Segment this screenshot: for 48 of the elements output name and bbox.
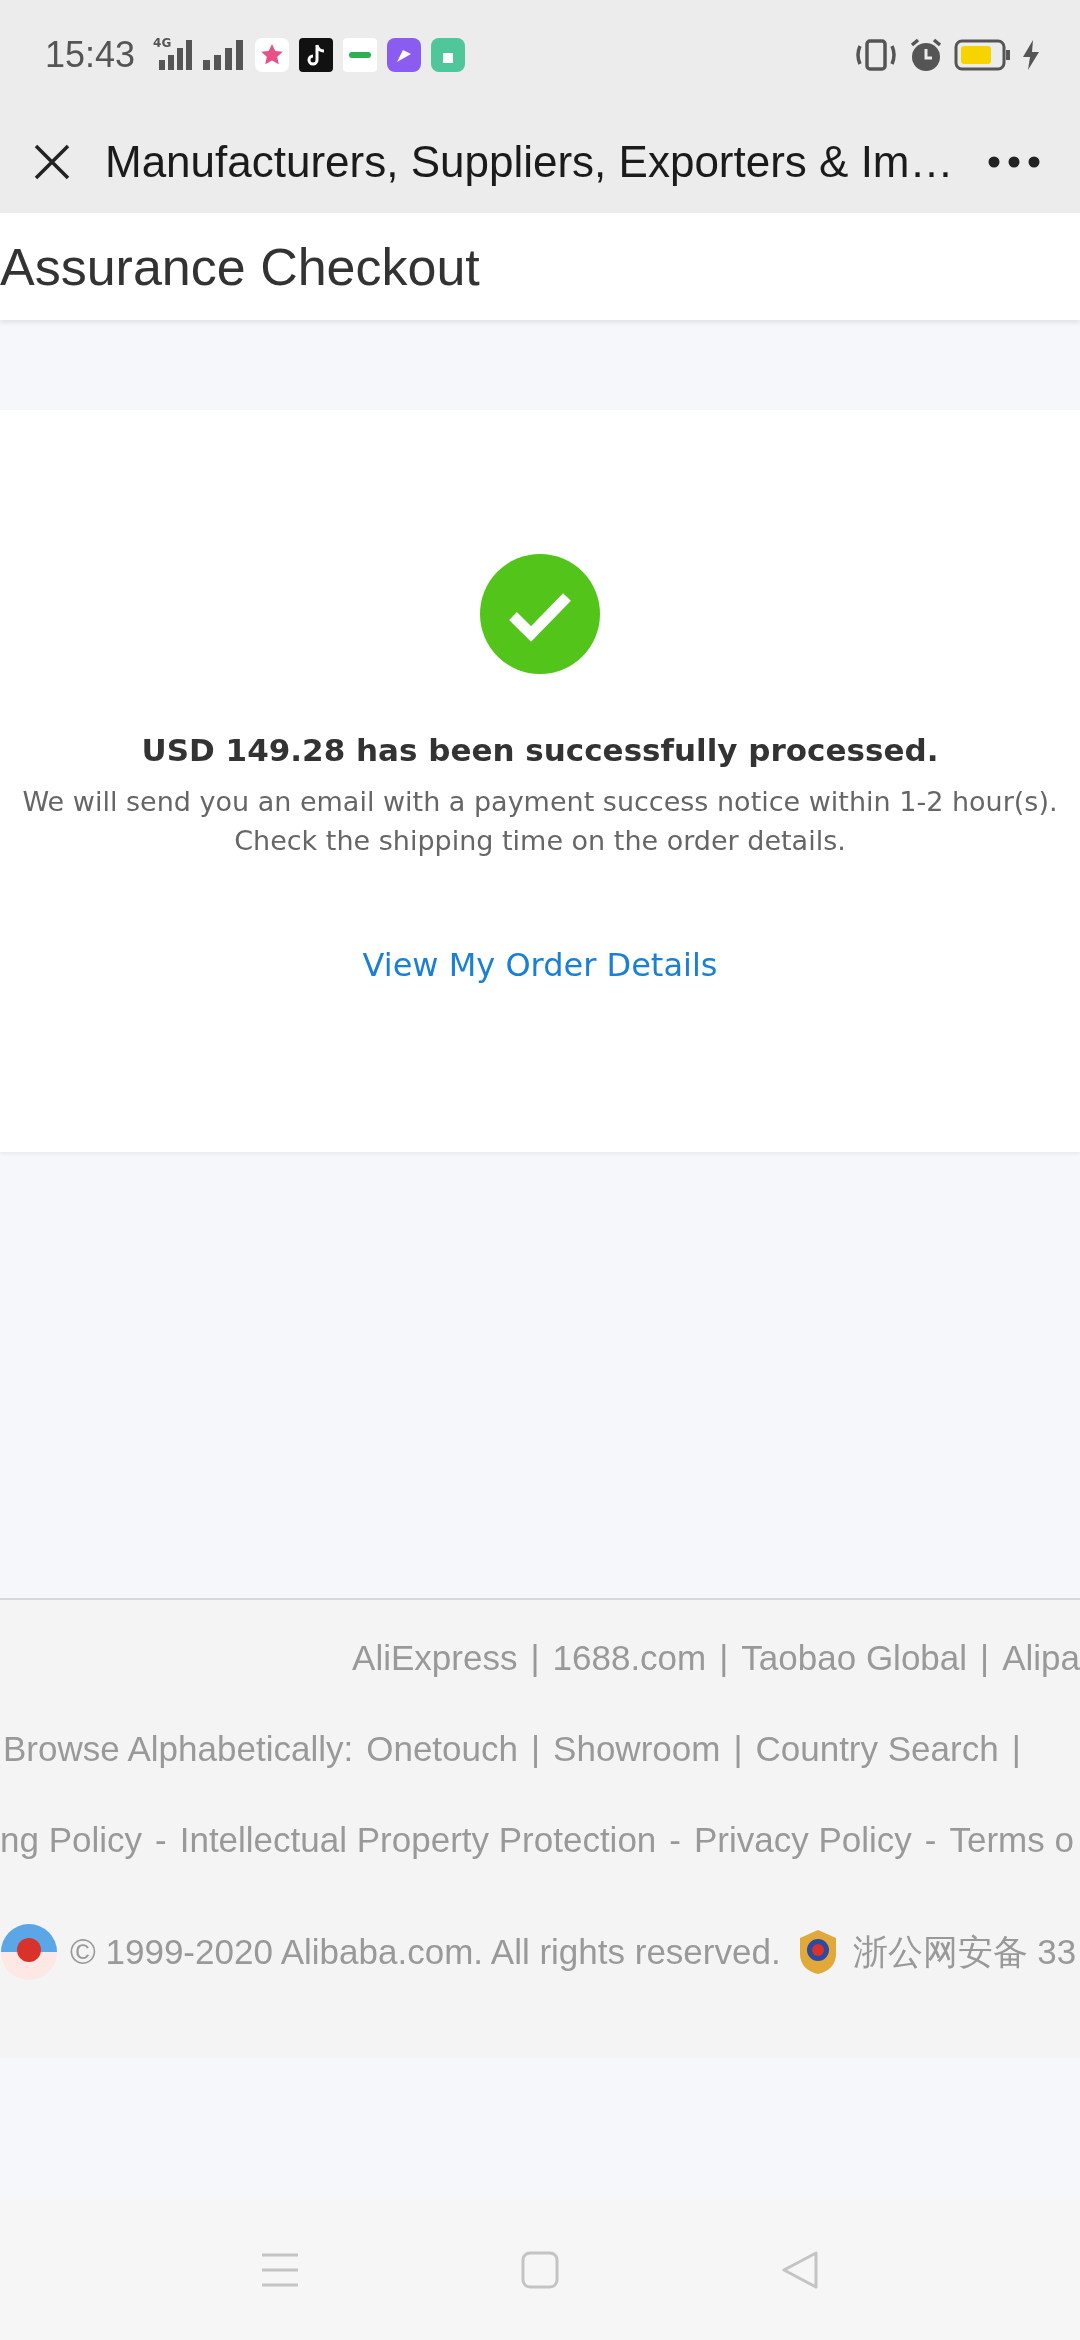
footer-link[interactable]: Terms o: [949, 1820, 1074, 1860]
more-button[interactable]: [987, 155, 1040, 168]
network-type: 4G: [153, 36, 172, 50]
footer-link[interactable]: ng Policy: [0, 1820, 143, 1860]
checkout-title: Assurance Checkout: [0, 236, 480, 297]
separator-text: |: [719, 1638, 729, 1678]
separator-text: -: [924, 1820, 937, 1860]
order-details-link[interactable]: View My Order Details: [362, 946, 718, 984]
copyright-text: © 1999-2020 Alibaba.com. All rights reserved.: [70, 1932, 781, 1972]
separator-text: |: [531, 1729, 541, 1769]
separator-text: |: [530, 1638, 540, 1678]
clock-time: 15:43: [45, 34, 136, 76]
charging-icon: [1022, 40, 1040, 70]
star-app-icon: [255, 38, 290, 72]
footer-link[interactable]: Showroom: [553, 1729, 721, 1769]
separator-text: -: [155, 1820, 167, 1860]
footer-link[interactable]: Taobao Global: [741, 1638, 968, 1678]
footer-link[interactable]: Onetouch: [366, 1729, 518, 1769]
separator-text: |: [1011, 1729, 1021, 1769]
back-icon[interactable]: [781, 2250, 819, 2290]
app-icon: [343, 38, 378, 72]
vibrate-icon: [854, 38, 898, 72]
music-note-app-icon: [299, 38, 334, 72]
app-icon: [387, 38, 422, 72]
footer-link[interactable]: Privacy Policy: [694, 1820, 912, 1860]
footer-link[interactable]: Intellectual Property Protection: [179, 1820, 657, 1860]
footer-link[interactable]: Country Search: [755, 1729, 999, 1769]
separator-text: -: [669, 1820, 681, 1860]
battery-icon: [954, 39, 1012, 71]
close-button[interactable]: [33, 142, 71, 181]
emblem-icon: [0, 1923, 58, 1981]
footer-link[interactable]: AliExpress: [352, 1638, 518, 1678]
record-link[interactable]: 浙公网安备 33: [852, 1928, 1077, 1976]
signal-icon: [203, 40, 246, 70]
home-icon[interactable]: [521, 2251, 559, 2289]
check-circle-icon: [480, 554, 600, 674]
footer-link[interactable]: 1688.com: [552, 1638, 707, 1678]
separator-text: |: [980, 1638, 990, 1678]
app-icon: [431, 38, 466, 72]
notice-text: We will send you an email with a payment success notice within 1-2 hour(s).: [22, 785, 1058, 819]
notice-text: Check the shipping time on the order details.: [233, 824, 847, 858]
page-title: Manufacturers, Suppliers, Exporters & Im…: [105, 136, 954, 187]
footer-link[interactable]: Alipa: [1002, 1638, 1080, 1678]
footer-label: Browse Alphabetically:: [3, 1729, 354, 1769]
menu-icon[interactable]: [261, 2253, 299, 2287]
alarm-icon: [908, 37, 944, 73]
separator-text: |: [733, 1729, 743, 1769]
payment-success-message: USD 149.28 has been successfully processed.: [141, 732, 939, 768]
